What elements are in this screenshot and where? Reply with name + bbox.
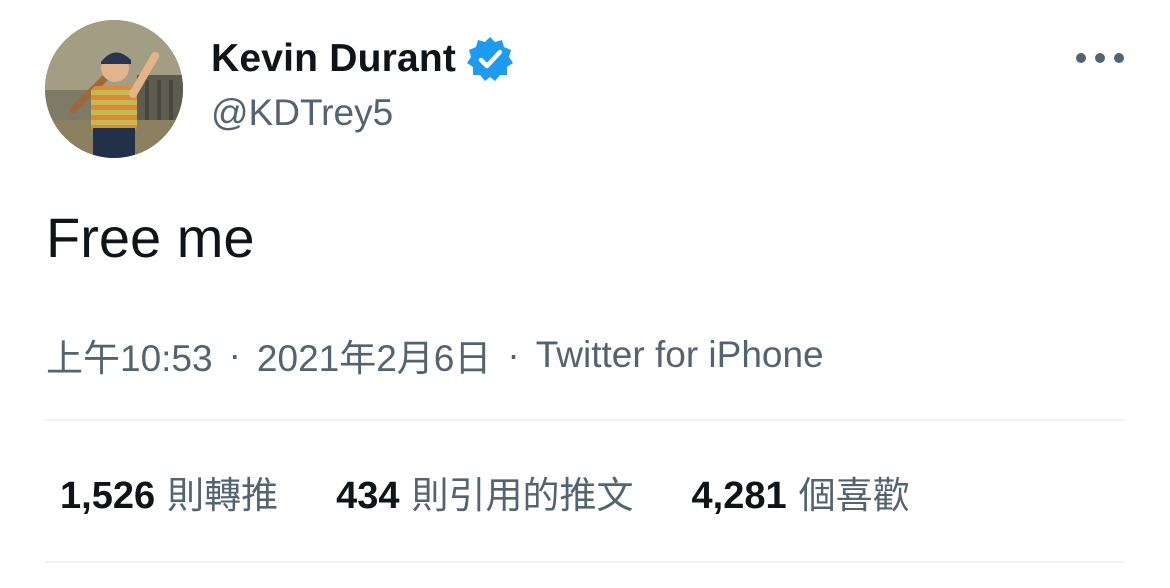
author-display-name[interactable]: Kevin Durant — [211, 37, 456, 81]
retweets-count: 1,526 — [60, 475, 156, 517]
retweets-stat[interactable]: 1,526 則轉推 — [60, 465, 278, 519]
tweet-source[interactable]: Twitter for iPhone — [536, 334, 824, 376]
tweet-date[interactable]: 2021年2月6日 — [257, 328, 491, 382]
divider — [45, 561, 1125, 563]
likes-count: 4,281 — [691, 475, 787, 517]
tweet-meta: 上午10:53 · 2021年2月6日 · Twitter for iPhone — [46, 328, 824, 382]
quotes-stat[interactable]: 434 則引用的推文 — [336, 465, 633, 519]
tweet-text: Free me — [46, 206, 255, 269]
quotes-label: 則引用的推文 — [411, 475, 634, 516]
quotes-count: 434 — [336, 475, 400, 517]
tweet-time[interactable]: 上午10:53 — [46, 328, 213, 382]
author-name-row: Kevin Durant — [211, 34, 514, 84]
verified-badge-icon — [466, 35, 514, 83]
retweets-label: 則轉推 — [167, 475, 279, 516]
divider — [45, 419, 1125, 421]
meta-separator: · — [507, 334, 520, 375]
more-options-icon[interactable] — [1076, 40, 1124, 76]
likes-label: 個喜歡 — [798, 475, 910, 516]
avatar[interactable] — [45, 20, 183, 158]
likes-stat[interactable]: 4,281 個喜歡 — [692, 465, 910, 519]
author-handle[interactable]: @KDTrey5 — [211, 92, 393, 134]
tweet-stats: 1,526 則轉推 434 則引用的推文 4,281 個喜歡 — [60, 465, 968, 519]
meta-separator: · — [228, 334, 241, 375]
